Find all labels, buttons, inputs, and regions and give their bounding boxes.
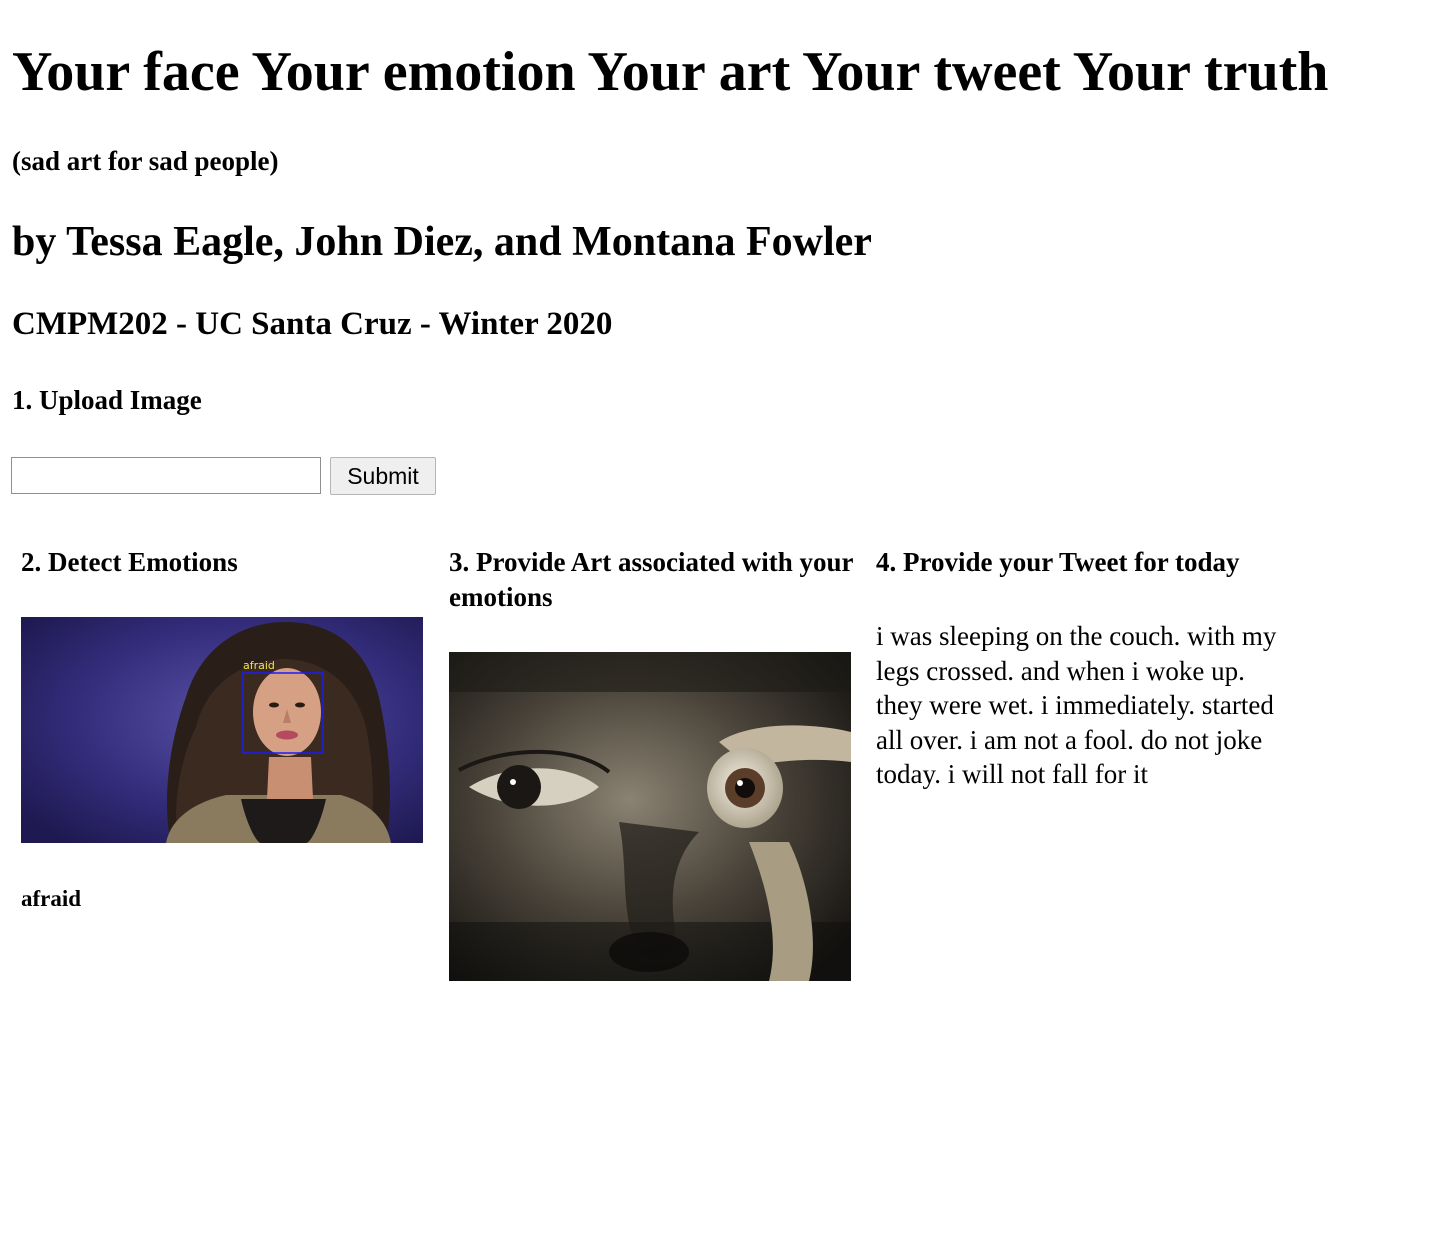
- upload-image-heading: 1. Upload Image: [12, 385, 202, 415]
- detected-face-image: afraid: [21, 617, 423, 843]
- art-section: 3. Provide Art associated with your emot…: [449, 545, 853, 981]
- page-title: Your face Your emotion Your art Your twe…: [12, 41, 1329, 103]
- authors-heading: by Tessa Eagle, John Diez, and Montana F…: [12, 219, 872, 265]
- image-url-input[interactable]: [11, 457, 321, 494]
- detect-emotions-heading: 2. Detect Emotions: [21, 547, 238, 577]
- art-image: [449, 652, 851, 981]
- detected-emotion-label: afraid: [21, 886, 82, 911]
- tweet-heading: 4. Provide your Tweet for today: [876, 547, 1240, 577]
- page-subtitle: (sad art for sad people): [12, 146, 279, 176]
- detect-emotions-section: 2. Detect Emotions afraid afraid: [21, 545, 425, 911]
- page: Your face Your emotion Your art Your twe…: [0, 0, 1454, 1260]
- art-heading: 3. Provide Art associated with your emot…: [449, 547, 853, 612]
- tweet-text: i was sleeping on the couch. with my leg…: [876, 621, 1277, 790]
- submit-button[interactable]: Submit: [330, 457, 436, 495]
- course-heading: CMPM202 - UC Santa Cruz - Winter 2020: [12, 306, 613, 342]
- face-box-label: afraid: [243, 659, 275, 672]
- tweet-section: 4. Provide your Tweet for today i was sl…: [876, 545, 1280, 789]
